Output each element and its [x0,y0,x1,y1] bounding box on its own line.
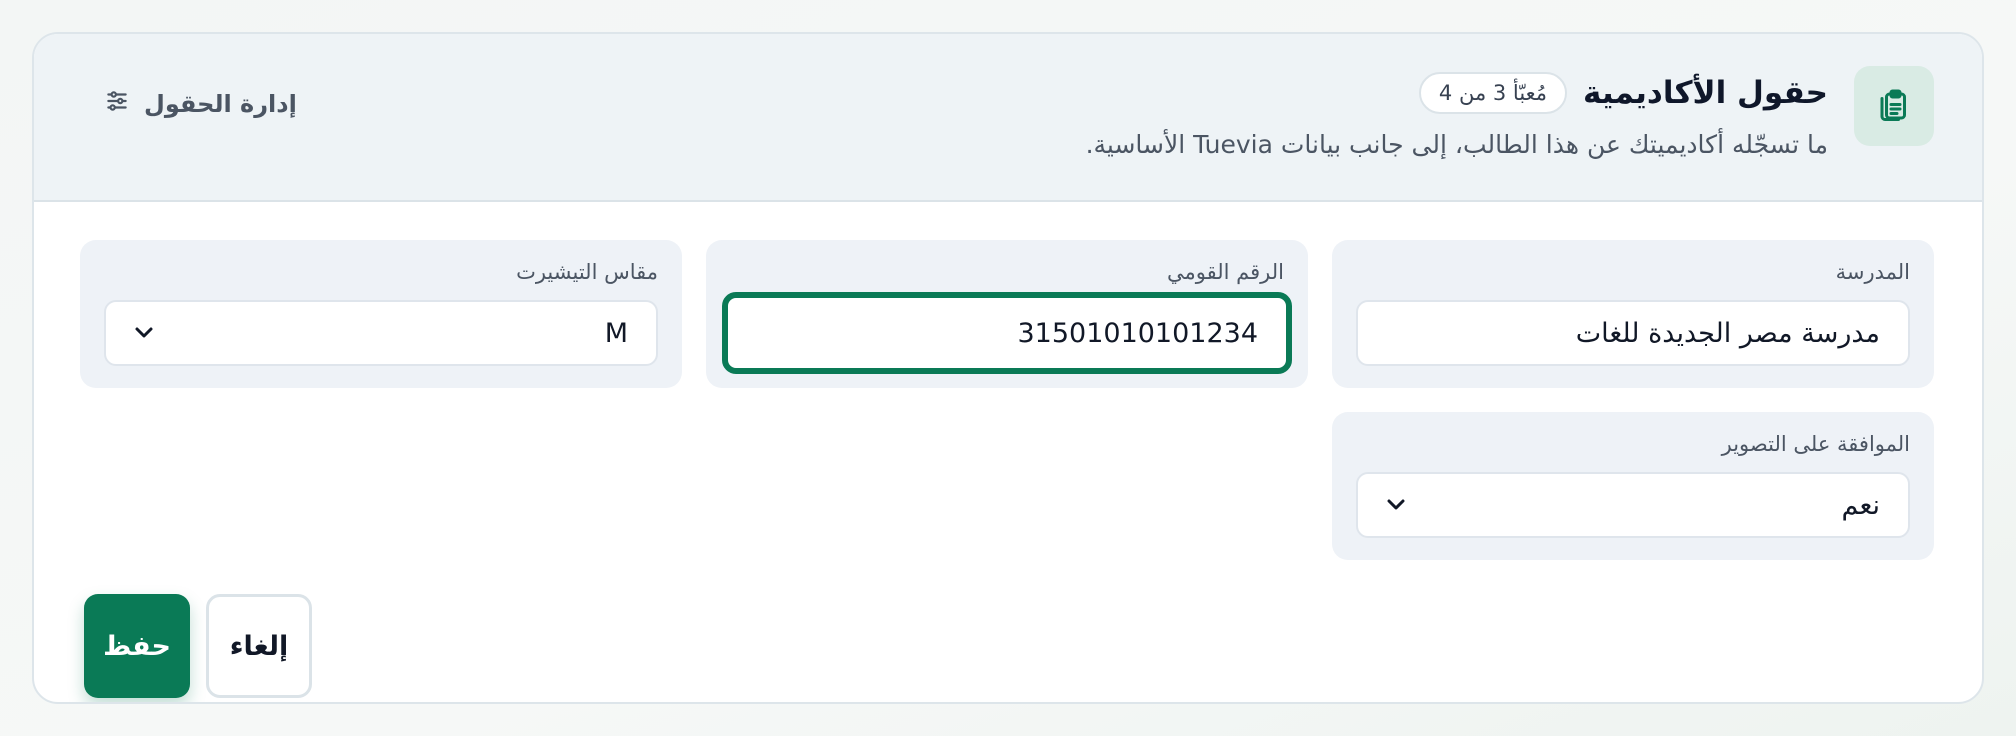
tshirt-size-value: M [604,317,628,349]
school-value: مدرسة مصر الجديدة للغات [1575,317,1880,349]
national-id-input[interactable]: 31501010101234 [722,292,1292,374]
tshirt-size-select[interactable]: M [104,300,658,366]
cancel-button[interactable]: إلغاء [206,594,312,698]
page-subtitle: ما تسجّله أكاديميتك عن هذا الطالب، إلى ج… [1085,130,1828,159]
photo-consent-label: الموافقة على التصوير [1721,432,1910,456]
school-input[interactable]: مدرسة مصر الجديدة للغات [1356,300,1910,366]
school-field: المدرسة مدرسة مصر الجديدة للغات [1332,240,1934,388]
save-button[interactable]: حفظ [84,594,190,698]
national-id-label: الرقم القومي [1167,260,1284,284]
chevron-down-icon [1386,498,1406,512]
filled-count-badge: مُعبّأ 3 من 4 [1418,72,1568,114]
tshirt-size-label: مقاس التيشيرت [516,260,658,284]
photo-consent-field: الموافقة على التصوير نعم [1332,412,1934,560]
school-label: المدرسة [1835,260,1910,284]
national-id-field: الرقم القومي 31501010101234 [706,240,1308,388]
chevron-down-icon [134,326,154,340]
photo-consent-value: نعم [1841,489,1880,521]
manage-fields-label: إدارة الحقول [144,90,297,118]
clipboard-icon [1854,66,1934,146]
manage-fields-button[interactable]: إدارة الحقول [104,76,297,132]
photo-consent-select[interactable]: نعم [1356,472,1910,538]
national-id-value: 31501010101234 [1017,317,1259,349]
page-title: حقول الأكاديمية [1583,75,1828,111]
card-header: حقول الأكاديمية مُعبّأ 3 من 4 ما تسجّله … [34,34,1982,202]
tshirt-size-field: مقاس التيشيرت M [80,240,682,388]
sliders-icon [104,88,130,120]
academy-fields-card: حقول الأكاديمية مُعبّأ 3 من 4 ما تسجّله … [32,32,1984,704]
